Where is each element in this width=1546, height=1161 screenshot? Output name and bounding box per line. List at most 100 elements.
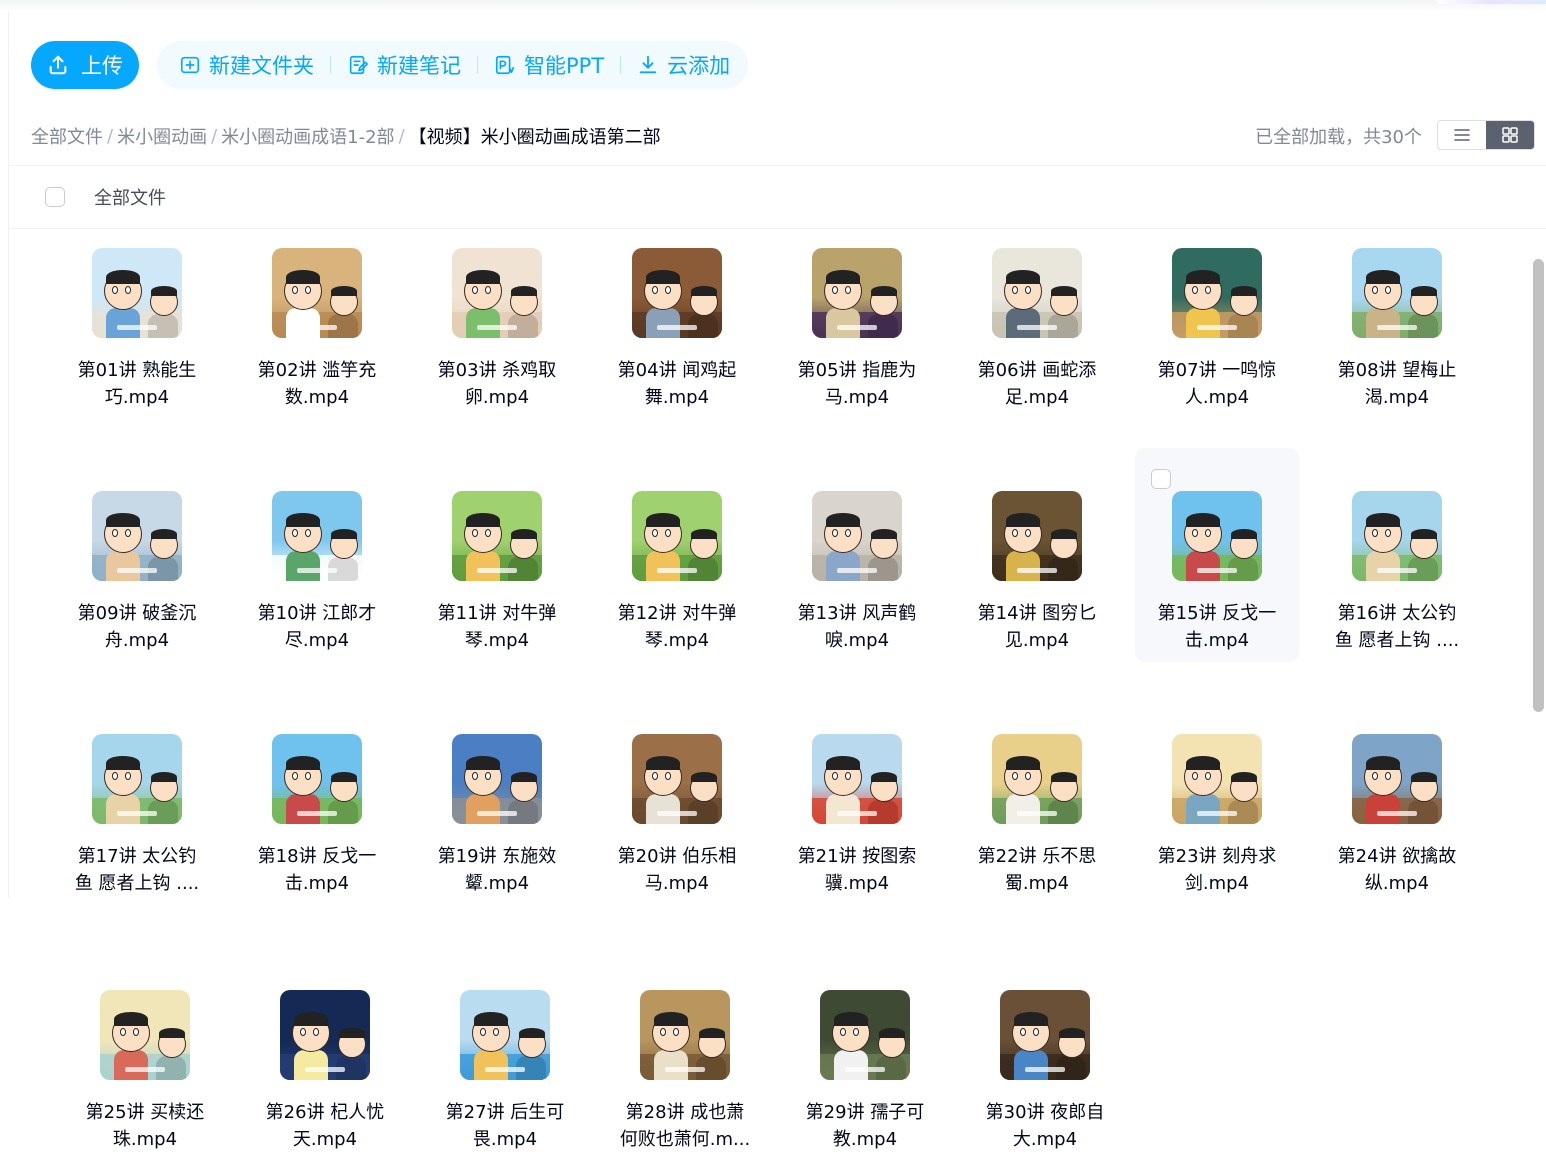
video-thumbnail	[100, 990, 190, 1080]
load-status: 已全部加载，共30个	[1255, 127, 1422, 148]
breadcrumb: 全部文件 / 米小圈动画 / 米小圈动画成语1-2部 / 【视频】米小圈动画成语…	[31, 123, 661, 149]
cloud-download-icon	[639, 55, 657, 74]
file-name-line: 剑.mp4	[1184, 873, 1250, 894]
breadcrumb-item-idioms-1-2[interactable]: 米小圈动画成语1-2部	[221, 123, 394, 149]
file-checkbox[interactable]	[1151, 469, 1171, 489]
file-item[interactable]: 第30讲 夜郎自 大.mp4	[963, 947, 1127, 1161]
file-name-line: 人.mp4	[1184, 387, 1250, 408]
file-name-line: 珠.mp4	[112, 1129, 178, 1150]
file-item[interactable]: 第12讲 对牛弹 琴.mp4	[595, 448, 759, 662]
file-item[interactable]: 第15讲 反戈一 击.mp4	[1135, 448, 1299, 662]
breadcrumb-separator: /	[211, 125, 218, 147]
video-thumbnail	[992, 248, 1082, 338]
video-thumbnail	[632, 734, 722, 824]
file-name-line: 舞.mp4	[644, 387, 710, 408]
file-item[interactable]: 第07讲 一鸣惊 人.mp4	[1135, 205, 1299, 419]
new-folder-button[interactable]: 新建文件夹	[175, 50, 318, 80]
file-name: 第02讲 滥竽充 数.mp4	[235, 357, 399, 411]
file-name-line: 见.mp4	[1004, 630, 1070, 651]
file-name-line: 击.mp4	[1184, 630, 1250, 651]
file-item[interactable]: 第08讲 望梅止 渴.mp4	[1315, 205, 1479, 419]
file-name-line: 第02讲 滥竽充	[257, 360, 377, 381]
upload-icon	[49, 55, 67, 75]
breadcrumb-item-all-files[interactable]: 全部文件	[31, 123, 103, 149]
file-name-line: 舟.mp4	[104, 630, 170, 651]
toolbar-separator	[620, 56, 622, 74]
file-name-line: 蜀.mp4	[1004, 873, 1070, 894]
file-item[interactable]: 第25讲 买椟还 珠.mp4	[63, 947, 227, 1161]
file-item[interactable]: 第19讲 东施效 颦.mp4	[415, 691, 579, 905]
file-item[interactable]: 第26讲 杞人忧 天.mp4	[243, 947, 407, 1161]
grid-view-button[interactable]	[1486, 121, 1534, 149]
file-item[interactable]: 第16讲 太公钓鱼 愿者上钩 ....	[1315, 448, 1479, 662]
file-item[interactable]: 第10讲 江郎才 尽.mp4	[235, 448, 399, 662]
video-thumbnail	[812, 734, 902, 824]
upload-label: 上传	[81, 54, 123, 78]
file-item[interactable]: 第11讲 对牛弹 琴.mp4	[415, 448, 579, 662]
file-item[interactable]: 第13讲 风声鹤 唳.mp4	[775, 448, 939, 662]
file-name: 第11讲 对牛弹 琴.mp4	[415, 600, 579, 654]
file-name-line: 尽.mp4	[284, 630, 350, 651]
file-name: 第26讲 杞人忧 天.mp4	[243, 1099, 407, 1153]
file-name-line: 琴.mp4	[644, 630, 710, 651]
file-name: 第25讲 买椟还 珠.mp4	[63, 1099, 227, 1153]
file-item[interactable]: 第02讲 滥竽充 数.mp4	[235, 205, 399, 419]
breadcrumb-separator: /	[107, 125, 114, 147]
file-item[interactable]: 第04讲 闻鸡起 舞.mp4	[595, 205, 759, 419]
video-thumbnail	[632, 491, 722, 581]
file-name-line: 马.mp4	[824, 387, 890, 408]
file-name-line: 第17讲 太公钓	[77, 846, 197, 867]
cloud-add-button[interactable]: 云添加	[633, 50, 734, 80]
upload-button[interactable]: 上传	[31, 41, 139, 89]
breadcrumb-item-mixiaoquan[interactable]: 米小圈动画	[117, 123, 207, 149]
file-name-line: 天.mp4	[292, 1129, 358, 1150]
file-item[interactable]: 第29讲 孺子可 教.mp4	[783, 947, 947, 1161]
video-thumbnail	[812, 491, 902, 581]
note-edit-icon	[349, 55, 368, 75]
file-item[interactable]: 第05讲 指鹿为 马.mp4	[775, 205, 939, 419]
file-name: 第16讲 太公钓鱼 愿者上钩 ....	[1315, 600, 1479, 654]
file-item[interactable]: 第18讲 反戈一 击.mp4	[235, 691, 399, 905]
file-name-line: 第22讲 乐不思	[977, 846, 1097, 867]
breadcrumb-current: 【视频】米小圈动画成语第二部	[408, 127, 661, 148]
ai-ppt-icon	[495, 55, 515, 75]
file-item[interactable]: 第17讲 太公钓鱼 愿者上钩 ....	[55, 691, 219, 905]
video-thumbnail	[280, 990, 370, 1080]
file-item[interactable]: 第03讲 杀鸡取 卵.mp4	[415, 205, 579, 419]
top-bar-edge	[0, 0, 1546, 12]
video-thumbnail	[452, 491, 542, 581]
select-all-checkbox[interactable]	[45, 187, 65, 207]
new-note-button[interactable]: 新建笔记	[343, 50, 465, 80]
file-name: 第15讲 反戈一 击.mp4	[1135, 600, 1299, 654]
video-thumbnail	[92, 734, 182, 824]
video-thumbnail	[452, 248, 542, 338]
file-item[interactable]: 第23讲 刻舟求 剑.mp4	[1135, 691, 1299, 905]
file-name-line: 第24讲 欲擒故	[1337, 846, 1457, 867]
file-item[interactable]: 第27讲 后生可 畏.mp4	[423, 947, 587, 1161]
file-item[interactable]: 第09讲 破釜沉 舟.mp4	[55, 448, 219, 662]
file-name-line: 第15讲 反戈一	[1157, 603, 1277, 624]
file-item[interactable]: 第20讲 伯乐相 马.mp4	[595, 691, 759, 905]
file-item[interactable]: 第28讲 成也萧 何败也萧何.m...	[603, 947, 767, 1161]
file-item[interactable]: 第01讲 熟能生 巧.mp4	[55, 205, 219, 419]
file-name-line: 骥.mp4	[824, 873, 890, 894]
file-name-line: 第03讲 杀鸡取	[437, 360, 557, 381]
new-note-label: 新建笔记	[377, 54, 461, 78]
list-view-button[interactable]	[1438, 121, 1486, 149]
file-name: 第14讲 图穷匕 见.mp4	[955, 600, 1119, 654]
file-item[interactable]: 第24讲 欲擒故 纵.mp4	[1315, 691, 1479, 905]
file-name-line: 第05讲 指鹿为	[797, 360, 917, 381]
file-name-line: 第10讲 江郎才	[257, 603, 377, 624]
file-name-line: 第26讲 杞人忧	[265, 1102, 385, 1123]
smart-ppt-button[interactable]: 智能PPT	[490, 50, 608, 80]
file-item[interactable]: 第22讲 乐不思 蜀.mp4	[955, 691, 1119, 905]
file-item[interactable]: 第14讲 图穷匕 见.mp4	[955, 448, 1119, 662]
video-thumbnail	[272, 248, 362, 338]
file-name-line: 渴.mp4	[1364, 387, 1430, 408]
file-name-line: 颦.mp4	[464, 873, 530, 894]
file-item[interactable]: 第06讲 画蛇添 足.mp4	[955, 205, 1119, 419]
file-name-line: 大.mp4	[1012, 1129, 1078, 1150]
file-item[interactable]: 第21讲 按图索 骥.mp4	[775, 691, 939, 905]
scrollbar-thumb[interactable]	[1533, 259, 1544, 712]
toolbar: 上传 新建文件夹 新建笔记 智能PPT 云添加	[31, 41, 749, 89]
